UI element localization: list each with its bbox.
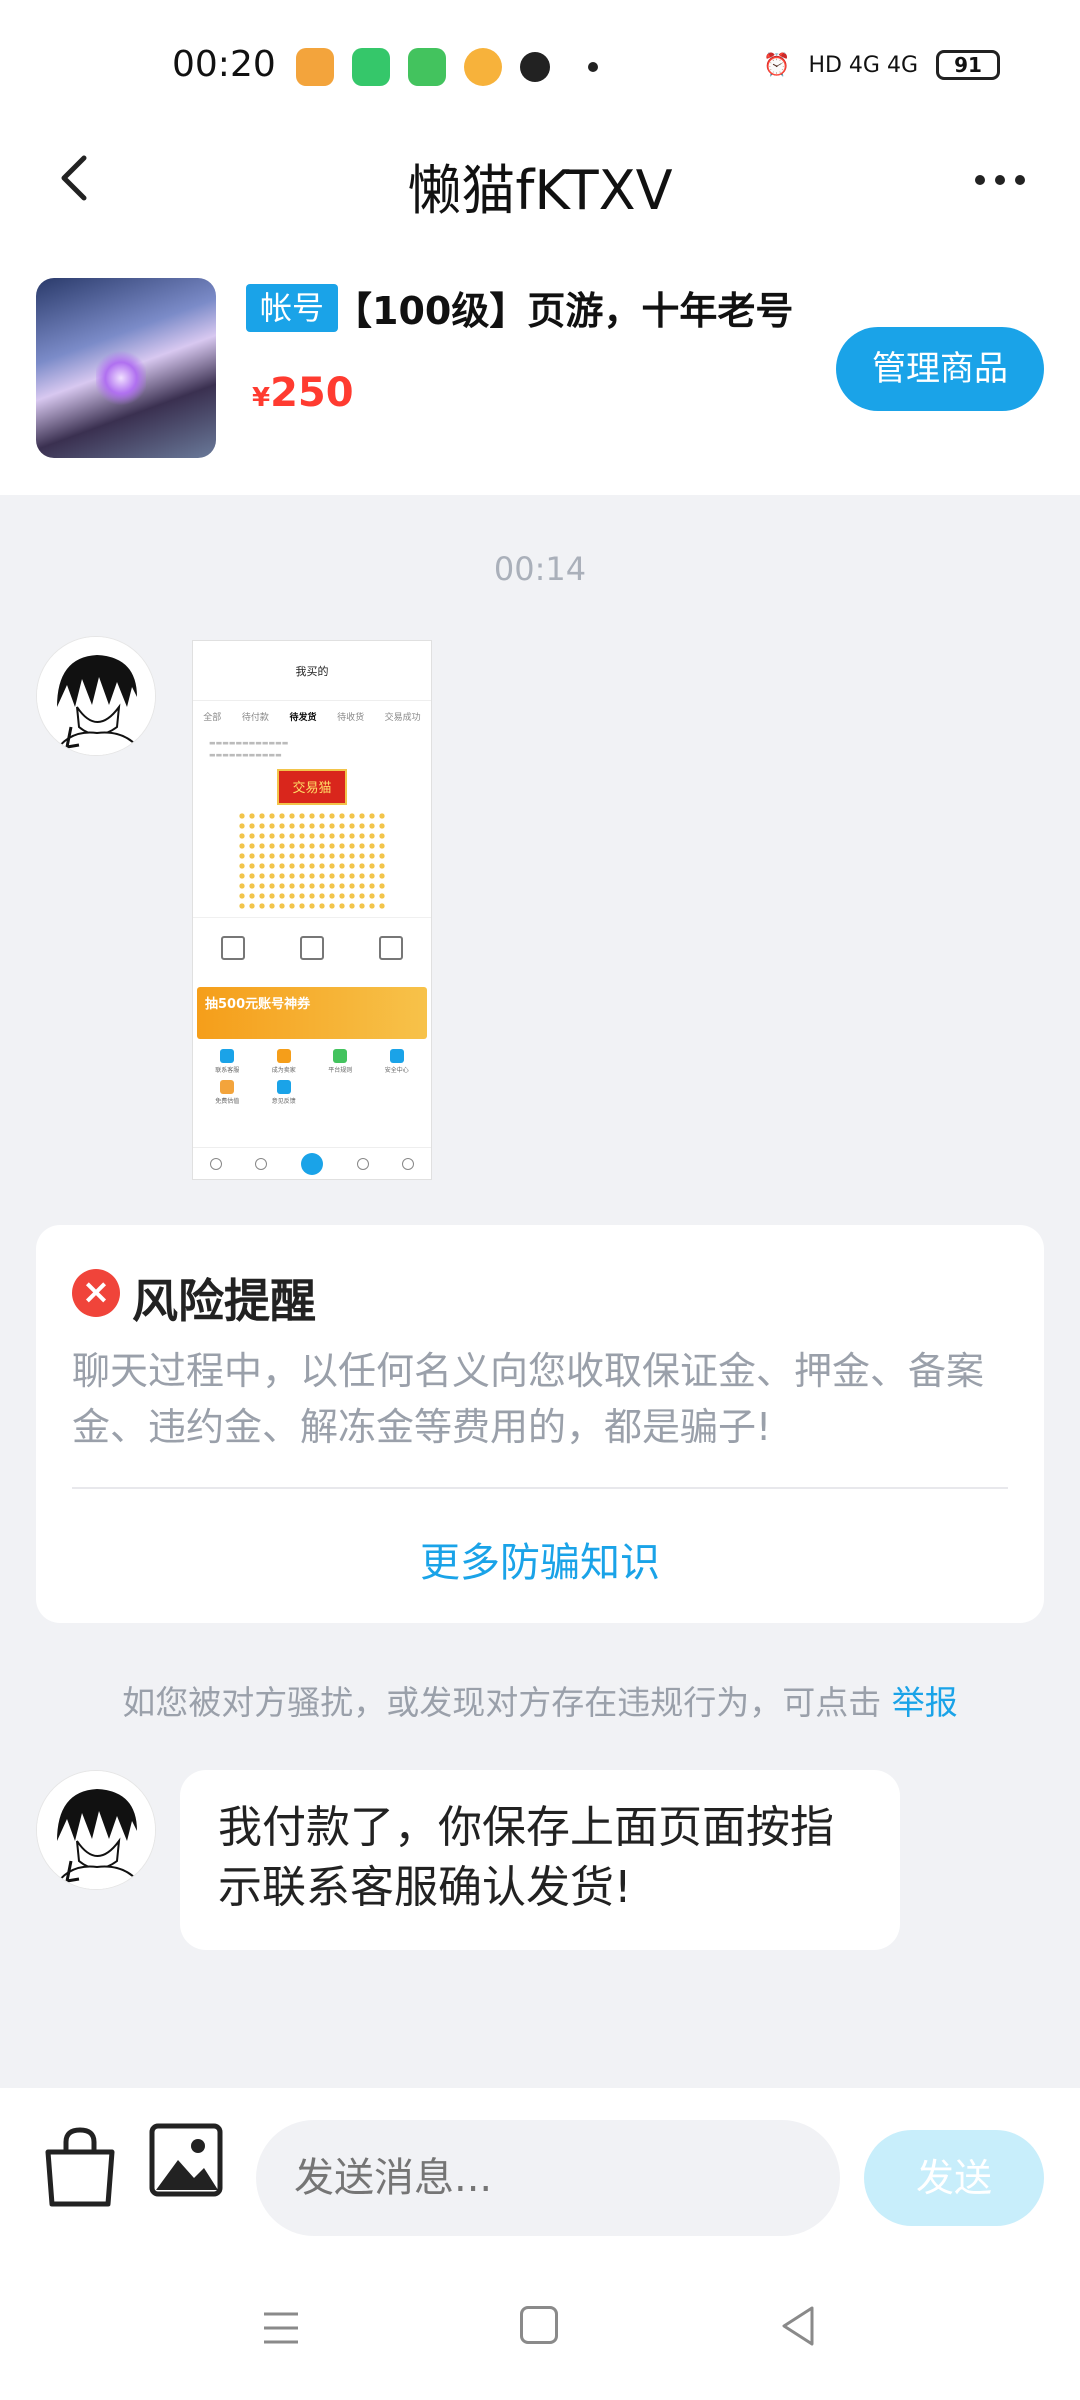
image-message[interactable]: 我买的 全部 待付款 待发货 待收货 交易成功 ▬▬▬▬▬▬▬▬▬▬▬▬ ▬▬▬▬… [192, 640, 432, 1180]
risk-body: 聊天过程中，以任何名义向您收取保证金、押金、备案金、违约金、解冻金等费用的，都是… [72, 1349, 985, 1449]
anti-fraud-link[interactable]: 更多防骗知识 [36, 1530, 1044, 1588]
nav-bar: 懒猫fKTXV [0, 130, 1080, 230]
system-back-icon[interactable] [778, 2304, 818, 2348]
status-right: ⏰ HD 4G 4G 91 [763, 50, 1000, 80]
grid-item-label: 意见反馈 [271, 1098, 296, 1105]
image-picker-icon[interactable] [148, 2122, 224, 2198]
manage-product-button[interactable]: 管理商品 [836, 327, 1044, 411]
price-currency: ¥ [252, 383, 271, 413]
composer-bar: 发送 [0, 2088, 1080, 2258]
send-button[interactable]: 发送 [864, 2130, 1044, 2226]
qr-code-icon [237, 811, 387, 911]
system-nav-bar [0, 2258, 1080, 2400]
avatar[interactable] [36, 1770, 156, 1890]
phone-icon [299, 935, 324, 960]
profile-icon [402, 1157, 415, 1170]
text-message[interactable]: 我付款了，你保存上面页面按指示联系客服确认发货! [180, 1770, 900, 1950]
notification-icons [296, 48, 598, 86]
chat-timestamp: 00:14 [493, 550, 587, 588]
promo-notification-icon [464, 48, 502, 86]
image-msg-tab: 待收货 [337, 712, 365, 723]
alarm-icon: ⏰ [763, 52, 791, 78]
anime-avatar-icon [37, 637, 155, 755]
center-icon [300, 1152, 323, 1175]
scan-icon [379, 935, 404, 960]
report-notice: 如您被对方骚扰，或发现对方存在违规行为，可点击 举报 [0, 1676, 1080, 1724]
home-icon [209, 1157, 222, 1170]
home-button-icon[interactable] [520, 2306, 558, 2344]
product-tag: 帐号 [246, 284, 339, 332]
shopping-bag-icon[interactable] [40, 2124, 120, 2208]
anime-avatar-icon [37, 1771, 155, 1889]
chat-icon [356, 1157, 369, 1170]
grid-item: 免费估值 [199, 1080, 256, 1105]
grid-item: 安全中心 [369, 1049, 426, 1074]
risk-title: 风险提醒 [132, 1274, 316, 1328]
message-input[interactable] [256, 2120, 840, 2236]
report-text: 如您被对方骚扰，或发现对方存在违规行为，可点击 [122, 1683, 892, 1722]
image-msg-tab: 全部 [203, 712, 222, 723]
more-icon[interactable] [970, 160, 1030, 200]
image-msg-placeholder-text: ▬▬▬▬▬▬▬▬▬▬▬▬ ▬▬▬▬▬▬▬▬▬▬▬ [209, 739, 289, 759]
product-price: ¥250 [252, 370, 354, 416]
grid-item-label: 免费估值 [215, 1098, 240, 1105]
status-bar: 00:20 ⏰ HD 4G 4G 91 [0, 0, 1080, 130]
image-msg-tabs: 全部 待付款 待发货 待收货 交易成功 [193, 701, 431, 731]
page-title: 懒猫fKTXV [407, 159, 673, 222]
report-link[interactable]: 举报 [892, 1683, 958, 1722]
message-notification-icon [352, 48, 390, 86]
avatar[interactable] [36, 636, 156, 756]
status-time: 00:20 [172, 44, 276, 85]
image-msg-logo: 交易猫 [277, 769, 347, 805]
image-msg-grid: 联系客服 成为卖家 平台规则 安全中心 免费估值 意见反馈 [193, 1043, 431, 1111]
grid-item-label: 联系客服 [215, 1067, 240, 1074]
menu-icon[interactable] [262, 2308, 300, 2348]
image-msg-title: 我买的 [193, 641, 431, 701]
grid-item: 意见反馈 [256, 1080, 313, 1105]
image-msg-tab: 待发货 [289, 712, 317, 723]
risk-warning-card: × 风险提醒 聊天过程中，以任何名义向您收取保证金、押金、备案金、违约金、解冻金… [36, 1225, 1044, 1623]
product-card[interactable]: 帐号 【100级】页游，十年老号 ¥250 管理商品 [0, 230, 1080, 495]
grid-item: 成为卖家 [256, 1049, 313, 1074]
battery-icon: 91 [936, 50, 1000, 80]
more-notifications-icon [588, 62, 598, 72]
battery-level: 91 [954, 53, 982, 77]
app-notification-icon [296, 48, 334, 86]
price-value: 250 [270, 370, 354, 416]
grid-item-label: 安全中心 [384, 1067, 409, 1074]
warning-x-icon: × [72, 1269, 120, 1317]
network-indicator: HD 4G 4G [808, 52, 918, 78]
grid-item-label: 成为卖家 [271, 1067, 296, 1074]
image-msg-steps [193, 917, 431, 977]
grid-item: 联系客服 [199, 1049, 256, 1074]
image-msg-tab: 待付款 [241, 712, 269, 723]
image-msg-banner: 抽500元账号神券 [197, 987, 427, 1039]
image-msg-tab: 交易成功 [384, 712, 421, 723]
grid-item-label: 平台规则 [328, 1067, 353, 1074]
shopping-notification-icon [408, 48, 446, 86]
divider [72, 1487, 1008, 1489]
save-image-icon [220, 935, 245, 960]
grid-item: 平台规则 [312, 1049, 369, 1074]
product-title: 【100级】页游，十年老号 [334, 289, 794, 333]
product-thumbnail[interactable] [36, 278, 216, 458]
image-msg-tabbar [193, 1147, 431, 1179]
record-notification-icon [520, 52, 550, 82]
video-icon [255, 1157, 268, 1170]
